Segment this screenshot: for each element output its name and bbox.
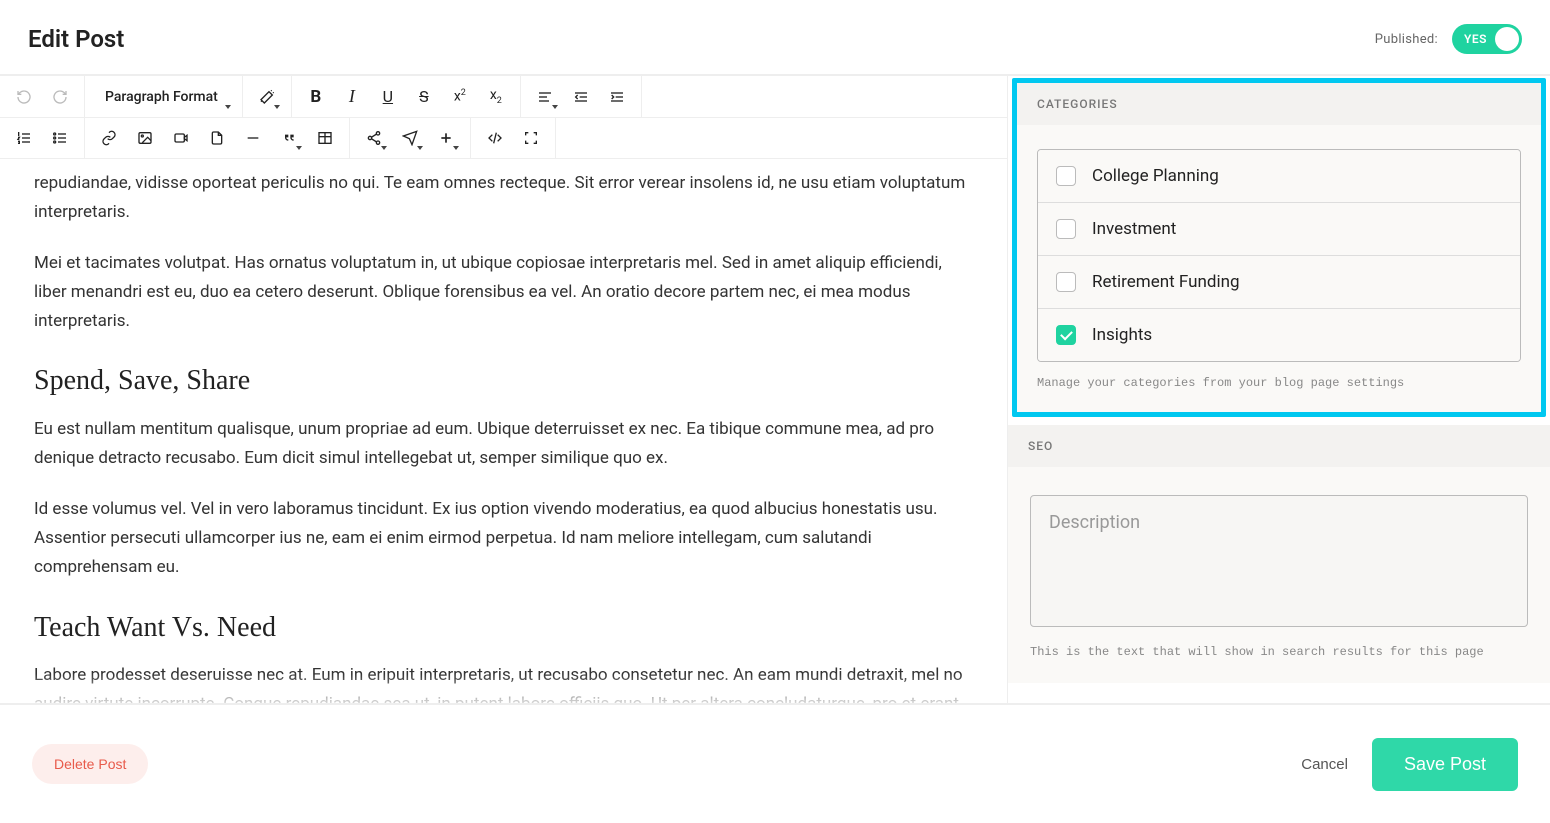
toolbar-row-2 bbox=[0, 117, 1007, 158]
sidebar: CATEGORIES College Planning Investment R… bbox=[1008, 76, 1550, 710]
editor-heading: Teach Want Vs. Need bbox=[34, 604, 973, 652]
ordered-list-button[interactable] bbox=[6, 120, 42, 156]
categories-help-text: Manage your categories from your blog pa… bbox=[1037, 374, 1521, 392]
toggle-knob bbox=[1495, 27, 1519, 51]
bold-button[interactable]: B bbox=[298, 79, 334, 115]
publish-toggle-group: Published: YES bbox=[1375, 24, 1522, 54]
editor-paragraph: Mei et tacimates volutpat. Has ornatus v… bbox=[34, 249, 973, 336]
video-button[interactable] bbox=[163, 120, 199, 156]
header: Edit Post Published: YES bbox=[0, 0, 1550, 75]
cancel-button[interactable]: Cancel bbox=[1301, 756, 1348, 773]
seo-description-input[interactable] bbox=[1030, 495, 1528, 627]
file-button[interactable] bbox=[199, 120, 235, 156]
delete-post-button[interactable]: Delete Post bbox=[32, 744, 148, 784]
toggle-yes-label: YES bbox=[1464, 32, 1487, 46]
paragraph-format-dropdown[interactable]: Paragraph Format bbox=[91, 79, 236, 115]
footer: Delete Post Cancel Save Post bbox=[0, 703, 1550, 823]
editor-paragraph: Id esse volumus vel. Vel in vero laboram… bbox=[34, 495, 973, 582]
editor-toolbar: Paragraph Format B I U S x2 x2 bbox=[0, 76, 1007, 159]
published-toggle[interactable]: YES bbox=[1452, 24, 1522, 54]
table-button[interactable] bbox=[307, 120, 343, 156]
unordered-list-button[interactable] bbox=[42, 120, 78, 156]
save-post-button[interactable]: Save Post bbox=[1372, 738, 1518, 791]
image-button[interactable] bbox=[127, 120, 163, 156]
checkbox-icon bbox=[1056, 219, 1076, 239]
category-label: Insights bbox=[1092, 325, 1152, 345]
paragraph-format-label: Paragraph Format bbox=[105, 89, 218, 105]
link-button[interactable] bbox=[91, 120, 127, 156]
editor-heading: Spend, Save, Share bbox=[34, 357, 973, 405]
category-label: Retirement Funding bbox=[1092, 272, 1240, 292]
redo-button[interactable] bbox=[42, 79, 78, 115]
editor-paragraph: Eu est nullam mentitum qualisque, unum p… bbox=[34, 415, 973, 473]
code-view-button[interactable] bbox=[477, 120, 513, 156]
insert-button[interactable] bbox=[428, 120, 464, 156]
seo-panel: SEO This is the text that will show in s… bbox=[1008, 425, 1550, 683]
page-title: Edit Post bbox=[28, 25, 124, 53]
category-item-retirement-funding[interactable]: Retirement Funding bbox=[1038, 256, 1520, 309]
category-label: Investment bbox=[1092, 219, 1176, 239]
category-item-college-planning[interactable]: College Planning bbox=[1038, 150, 1520, 203]
category-label: College Planning bbox=[1092, 166, 1219, 186]
editor-body[interactable]: repudiandae, vidisse oporteat periculis … bbox=[0, 159, 1007, 710]
superscript-button[interactable]: x2 bbox=[442, 79, 478, 115]
categories-list: College Planning Investment Retirement F… bbox=[1037, 149, 1521, 362]
seo-heading: SEO bbox=[1008, 425, 1550, 467]
undo-button[interactable] bbox=[6, 79, 42, 115]
send-button[interactable] bbox=[392, 120, 428, 156]
main-area: Paragraph Format B I U S x2 x2 bbox=[0, 75, 1550, 710]
checkbox-icon bbox=[1056, 166, 1076, 186]
checkbox-icon bbox=[1056, 272, 1076, 292]
align-button[interactable] bbox=[527, 79, 563, 115]
category-item-investment[interactable]: Investment bbox=[1038, 203, 1520, 256]
categories-heading: CATEGORIES bbox=[1017, 83, 1541, 125]
editor-column: Paragraph Format B I U S x2 x2 bbox=[0, 76, 1008, 710]
seo-help-text: This is the text that will show in searc… bbox=[1030, 643, 1528, 661]
published-label: Published: bbox=[1375, 32, 1438, 47]
italic-button[interactable]: I bbox=[334, 79, 370, 115]
quote-button[interactable] bbox=[271, 120, 307, 156]
indent-button[interactable] bbox=[599, 79, 635, 115]
editor-paragraph: repudiandae, vidisse oporteat periculis … bbox=[34, 169, 973, 227]
magic-wand-button[interactable] bbox=[249, 79, 285, 115]
fullscreen-button[interactable] bbox=[513, 120, 549, 156]
hr-button[interactable] bbox=[235, 120, 271, 156]
toolbar-row-1: Paragraph Format B I U S x2 x2 bbox=[0, 76, 1007, 117]
outdent-button[interactable] bbox=[563, 79, 599, 115]
subscript-button[interactable]: x2 bbox=[478, 79, 514, 115]
category-item-insights[interactable]: Insights bbox=[1038, 309, 1520, 361]
strikethrough-button[interactable]: S bbox=[406, 79, 442, 115]
checkbox-checked-icon bbox=[1056, 325, 1076, 345]
underline-button[interactable]: U bbox=[370, 79, 406, 115]
share-button[interactable] bbox=[356, 120, 392, 156]
categories-panel: CATEGORIES College Planning Investment R… bbox=[1012, 78, 1546, 417]
